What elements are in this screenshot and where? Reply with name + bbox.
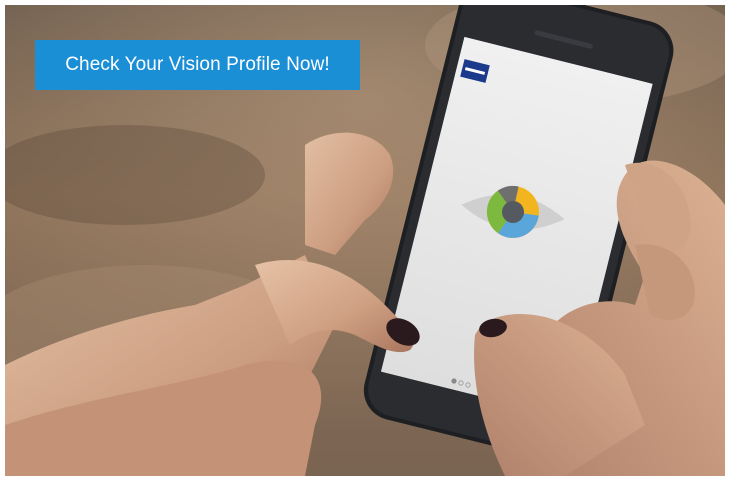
hero-banner: Check Your Vision Profile Now! (5, 5, 725, 476)
check-vision-profile-button[interactable]: Check Your Vision Profile Now! (35, 40, 360, 90)
